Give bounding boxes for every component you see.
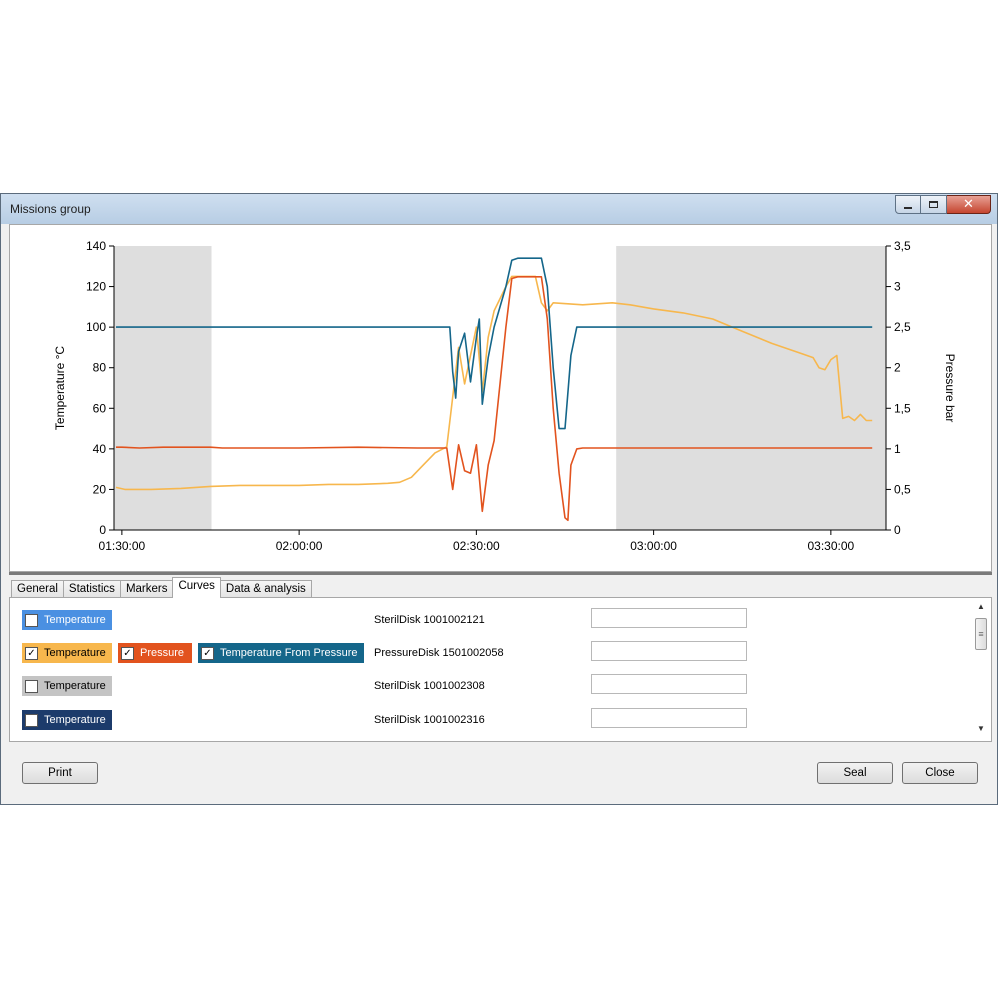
scroll-thumb[interactable]: ≡ — [975, 618, 987, 650]
curve-toggle-pressure[interactable]: ✓ Pressure — [118, 643, 192, 663]
tab-markers[interactable]: Markers — [119, 580, 174, 598]
chart: 0 0 20 0,5 40 1 60 1,5 80 2 100 2,5 120 3 140 3,5 01:30:… — [53, 239, 957, 553]
tab-statistics[interactable]: Statistics — [62, 580, 121, 598]
y-tick-label: 60 — [93, 401, 107, 415]
y-tick-label: 140 — [86, 239, 106, 253]
disk-name: PressureDisk 1501002058 — [374, 647, 504, 659]
window-title: Missions group — [10, 202, 91, 216]
curve-label: Temperature — [44, 614, 106, 626]
curve-label: Pressure — [140, 647, 185, 659]
disk-note-field[interactable] — [591, 641, 747, 661]
maximize-icon — [929, 201, 938, 208]
disk-name: SterilDisk 1001002316 — [374, 714, 485, 726]
curve-row: Temperature SterilDisk 1001002121 — [22, 608, 972, 632]
curve-row: Temperature SterilDisk 1001002316 — [22, 708, 972, 732]
tab-curves[interactable]: Curves — [172, 577, 221, 598]
x-tick-label: 02:30:00 — [453, 539, 500, 553]
curve-toggle-temperature[interactable]: Temperature — [22, 676, 112, 696]
tab-strip: General Statistics Markers Curves Data & ana… — [11, 577, 312, 598]
y2-tick-label: 3 — [894, 280, 901, 294]
x-tick-label: 01:30:00 — [99, 539, 146, 553]
checkbox-checked-icon[interactable]: ✓ — [25, 646, 38, 660]
seal-button[interactable]: Seal — [817, 762, 893, 784]
checkbox-icon[interactable] — [25, 713, 38, 727]
curve-toggle-temperature-from-pressure[interactable]: ✓ Temperature From Pressure — [198, 643, 364, 663]
close-window-button[interactable]: ✕ — [947, 195, 991, 214]
curve-row: ✓ Temperature ✓ Pressure ✓ Temperature From P… — [22, 641, 972, 665]
scroll-up-icon[interactable]: ▲ — [977, 602, 985, 611]
y-tick-label: 20 — [93, 482, 107, 496]
x-tick-label: 03:30:00 — [807, 539, 854, 553]
y2-tick-label: 1 — [894, 442, 901, 456]
disk-note-field[interactable] — [591, 708, 747, 728]
y-tick-label: 120 — [86, 280, 106, 294]
maximize-button[interactable] — [921, 195, 947, 214]
curve-toggle-temperature[interactable]: Temperature — [22, 610, 112, 630]
close-icon: ✕ — [963, 197, 974, 212]
y-tick-label: 40 — [93, 442, 107, 456]
x-tick-label: 02:00:00 — [276, 539, 323, 553]
vertical-scrollbar[interactable]: ▲ ≡ ▼ — [973, 600, 989, 738]
shaded-region — [616, 246, 886, 530]
chart-panel: 0 0 20 0,5 40 1 60 1,5 80 2 100 2,5 120 3 140 3,5 01:30:… — [9, 224, 992, 572]
y-axis-label: Temperature °C — [53, 346, 67, 430]
title-bar[interactable]: Missions group ✕ — [1, 194, 997, 224]
curves-panel: Temperature SterilDisk 1001002121 ✓ Tempera… — [9, 597, 992, 742]
curve-label: Temperature — [44, 647, 106, 659]
curve-toggle-temperature[interactable]: ✓ Temperature — [22, 643, 112, 663]
checkbox-checked-icon[interactable]: ✓ — [121, 646, 134, 660]
disk-name: SterilDisk 1001002308 — [374, 680, 485, 692]
curve-label: Temperature — [44, 714, 106, 726]
curve-label: Temperature From Pressure — [220, 647, 358, 659]
disk-note-field[interactable] — [591, 674, 747, 694]
y2-tick-label: 0 — [894, 523, 901, 537]
y2-tick-label: 0,5 — [894, 482, 911, 496]
disk-note-field[interactable] — [591, 608, 747, 628]
minimize-icon — [904, 206, 912, 209]
tab-general[interactable]: General — [11, 580, 64, 598]
y-tick-label: 0 — [99, 523, 106, 537]
y2-tick-label: 3,5 — [894, 239, 911, 253]
y2-tick-label: 1,5 — [894, 401, 911, 415]
x-tick-label: 03:00:00 — [630, 539, 677, 553]
checkbox-icon[interactable] — [25, 613, 38, 627]
tab-data-analysis[interactable]: Data & analysis — [219, 580, 312, 598]
close-button[interactable]: Close — [902, 762, 978, 784]
y2-tick-label: 2,5 — [894, 320, 911, 334]
window-controls: ✕ — [895, 195, 991, 214]
curve-label: Temperature — [44, 680, 106, 692]
print-button[interactable]: Print — [22, 762, 98, 784]
curve-toggle-temperature[interactable]: Temperature — [22, 710, 112, 730]
missions-group-window: Missions group ✕ 0 0 20 0,5 40 1 60 1,5 80 2 100 2,… — [0, 193, 998, 805]
disk-name: SterilDisk 1001002121 — [374, 614, 485, 626]
y2-axis-label: Pressure bar — [943, 354, 957, 423]
scroll-down-icon[interactable]: ▼ — [977, 724, 985, 733]
checkbox-icon[interactable] — [25, 679, 38, 693]
y-tick-label: 100 — [86, 320, 106, 334]
y2-tick-label: 2 — [894, 361, 901, 375]
curve-row: Temperature SterilDisk 1001002308 — [22, 674, 972, 698]
minimize-button[interactable] — [895, 195, 921, 214]
panel-splitter[interactable] — [9, 572, 992, 575]
y-tick-label: 80 — [93, 361, 107, 375]
checkbox-checked-icon[interactable]: ✓ — [201, 646, 214, 660]
